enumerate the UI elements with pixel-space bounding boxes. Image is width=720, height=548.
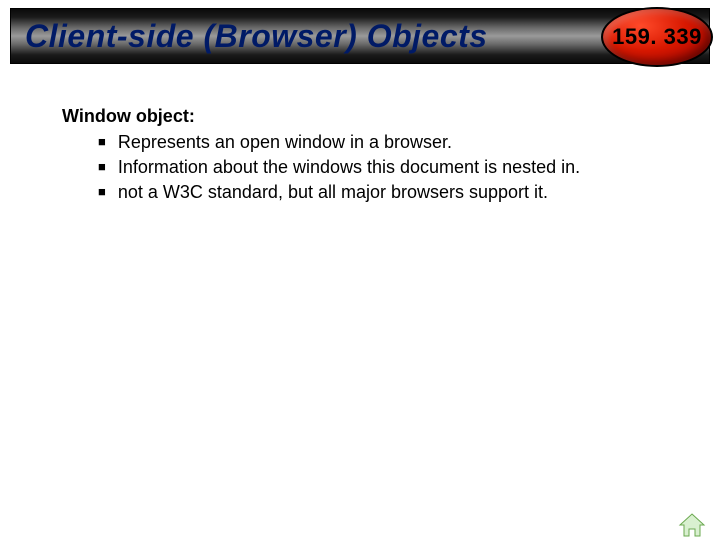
slide-content: Window object: ■ Represents an open wind…	[62, 104, 690, 204]
title-bar: Client-side (Browser) Objects 159. 339	[10, 8, 710, 64]
bullet-icon: ■	[98, 180, 106, 205]
bullet-text: Represents an open window in a browser.	[118, 130, 452, 154]
home-icon[interactable]	[678, 512, 706, 538]
slide-number: 159. 339	[612, 24, 702, 50]
bullet-text: Information about the windows this docum…	[118, 155, 580, 179]
list-item: ■ not a W3C standard, but all major brow…	[98, 180, 690, 205]
bullet-icon: ■	[98, 155, 106, 180]
content-heading: Window object:	[62, 104, 690, 128]
slide-title: Client-side (Browser) Objects	[25, 18, 488, 55]
bullet-text: not a W3C standard, but all major browse…	[118, 180, 548, 204]
bullet-icon: ■	[98, 130, 106, 155]
bullet-list: ■ Represents an open window in a browser…	[98, 130, 690, 204]
list-item: ■ Information about the windows this doc…	[98, 155, 690, 180]
list-item: ■ Represents an open window in a browser…	[98, 130, 690, 155]
slide-number-badge: 159. 339	[601, 7, 713, 67]
